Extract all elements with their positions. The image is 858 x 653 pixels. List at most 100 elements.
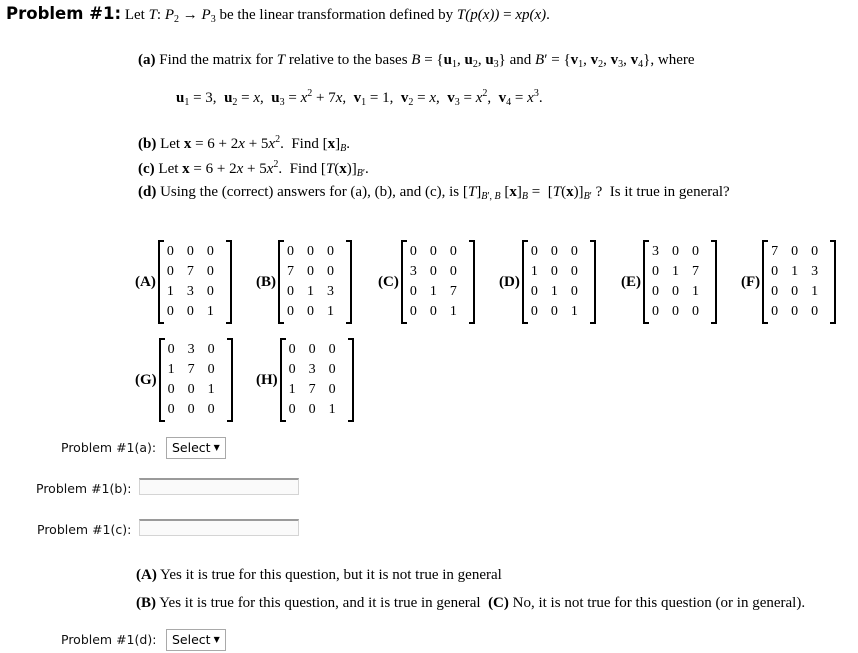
dropdown-arrow-icon: ▼ <box>213 635 220 644</box>
matrix-entry: 3 <box>811 264 819 279</box>
matrix-label: (E) <box>621 273 641 290</box>
matrix-entry: 0 <box>186 304 194 319</box>
matrix-entry: 1 <box>692 284 699 299</box>
matrix-entry: 0 <box>771 264 779 279</box>
matrix-entry: 0 <box>206 284 214 299</box>
matrix-entry: 0 <box>166 264 174 279</box>
matrix-entry: 3 <box>187 342 195 357</box>
matrix-entry: 1 <box>166 284 174 299</box>
matrix-entry: 0 <box>206 244 214 259</box>
part-b-question: (b) Let x = 6 + 2x + 5x2. Find [x]B. <box>138 134 350 154</box>
matrix-label: (D) <box>499 273 520 290</box>
matrix-entry: 0 <box>530 284 538 299</box>
matrix-entry: 7 <box>186 264 194 279</box>
choice-d-b: (B) Yes it is true for this question, an… <box>136 595 806 611</box>
matrix-entry: 0 <box>652 284 659 299</box>
matrix-entry: 0 <box>307 304 314 319</box>
matrix-entry: 1 <box>791 264 799 279</box>
matrix-entry: 0 <box>570 244 578 259</box>
choice-d-c-text: No, it is not true for this question (or… <box>512 595 806 611</box>
matrix-entry: 1 <box>672 264 679 279</box>
matrix-entry: 0 <box>811 304 819 319</box>
matrix-entry: 1 <box>206 304 214 319</box>
matrix-entry: 0 <box>206 264 214 279</box>
matrix-entry: 1 <box>167 362 175 377</box>
matrix-entry: 0 <box>166 244 174 259</box>
answer-b-label: Problem #1(b): <box>36 481 132 496</box>
matrix-option: (A) 0 0 0 0 7 0 1 3 0 0 0 1 <box>135 240 232 324</box>
matrix-entry: 1 <box>327 304 334 319</box>
matrix-label: (H) <box>256 371 278 388</box>
matrix-entry: 0 <box>811 244 819 259</box>
part-d-question: (d) Using the (correct) answers for (a),… <box>138 184 730 202</box>
matrix-entry: 0 <box>307 264 314 279</box>
matrix-entry: 0 <box>307 244 314 259</box>
matrix-entry: 1 <box>530 264 538 279</box>
matrix-entry: 0 <box>287 244 294 259</box>
matrix-entry: 0 <box>167 382 175 397</box>
matrix-entry: 0 <box>327 244 334 259</box>
matrix-entry: 1 <box>307 284 314 299</box>
matrix-entry: 0 <box>166 304 174 319</box>
matrix-entry: 1 <box>570 304 578 319</box>
matrix-entry: 0 <box>429 244 437 259</box>
answer-b-input[interactable] <box>139 478 299 495</box>
matrix-entry: 0 <box>308 402 316 417</box>
matrix-entry: 0 <box>791 304 799 319</box>
answer-d-select[interactable]: Select ▼ <box>166 629 226 651</box>
matrix-entry: 7 <box>692 264 699 279</box>
matrix-entry: 0 <box>207 362 215 377</box>
matrix-entry: 0 <box>692 304 699 319</box>
matrix-entry: 0 <box>287 304 294 319</box>
answer-a-select[interactable]: Select ▼ <box>166 437 226 459</box>
matrix-label: (G) <box>135 371 157 388</box>
answer-c-input[interactable] <box>139 519 299 536</box>
matrix-entry: 0 <box>409 304 417 319</box>
matrix-brackets: 000030170001 <box>279 338 354 422</box>
matrix-entry: 3 <box>327 284 334 299</box>
matrix-entry: 7 <box>771 244 779 259</box>
matrix-entry: 7 <box>287 264 294 279</box>
answer-d-label: Problem #1(d): <box>61 632 157 647</box>
matrix-entry: 1 <box>288 382 296 397</box>
matrix-entry: 0 <box>570 264 578 279</box>
matrix-entry: 0 <box>186 244 194 259</box>
matrix-entry: 1 <box>328 402 336 417</box>
dropdown-arrow-icon: ▼ <box>213 443 220 452</box>
matrix-entry: 0 <box>288 362 296 377</box>
matrix-option: (C) 0 0 0 3 0 0 0 1 7 0 0 1 <box>378 240 475 324</box>
matrix-entry: 0 <box>791 244 799 259</box>
matrix-entry: 7 <box>308 382 316 397</box>
matrix-entry: 3 <box>652 244 659 259</box>
matrix-label: (C) <box>378 273 399 290</box>
matrix-entry: 0 <box>167 342 175 357</box>
matrix-entry: 1 <box>550 284 558 299</box>
matrix-entry: 0 <box>672 304 679 319</box>
matrix-option: (F) 7 0 0 0 1 3 0 0 1 0 0 0 <box>741 240 837 324</box>
matrix-entry: 0 <box>207 342 215 357</box>
matrix-entry: 0 <box>409 244 417 259</box>
basis-B: B = {u1, u2, u3} <box>411 52 510 70</box>
matrix-entry: 1 <box>207 382 215 397</box>
matrix-entry: 0 <box>672 284 679 299</box>
choice-d-c-label: (C) <box>488 595 509 611</box>
matrix-entry: 3 <box>186 284 194 299</box>
matrix-entry: 0 <box>287 284 294 299</box>
matrix-brackets: 300017001000 <box>643 240 717 324</box>
matrix-option: (H) 0 0 0 0 3 0 1 7 0 0 0 1 <box>256 338 354 422</box>
matrix-entry: 1 <box>449 304 457 319</box>
matrix-entry: 0 <box>288 342 296 357</box>
matrix-entry: 0 <box>429 304 437 319</box>
matrix-entry: 7 <box>187 362 195 377</box>
matrix-entry: 0 <box>672 244 679 259</box>
matrix-entry: 0 <box>328 362 336 377</box>
matrix-brackets: 000700013001 <box>278 240 352 324</box>
matrix-label: (A) <box>135 273 156 290</box>
matrix-entry: 0 <box>167 402 175 417</box>
matrix-entry: 0 <box>207 402 215 417</box>
matrix-entry: 0 <box>288 402 296 417</box>
matrix-entry: 1 <box>811 284 819 299</box>
matrix-brackets: 030170001000 <box>158 338 233 422</box>
part-c-question: (c) Let x = 6 + 2x + 5x2. Find [T(x)]B′. <box>138 159 369 179</box>
matrix-entry: 0 <box>308 342 316 357</box>
